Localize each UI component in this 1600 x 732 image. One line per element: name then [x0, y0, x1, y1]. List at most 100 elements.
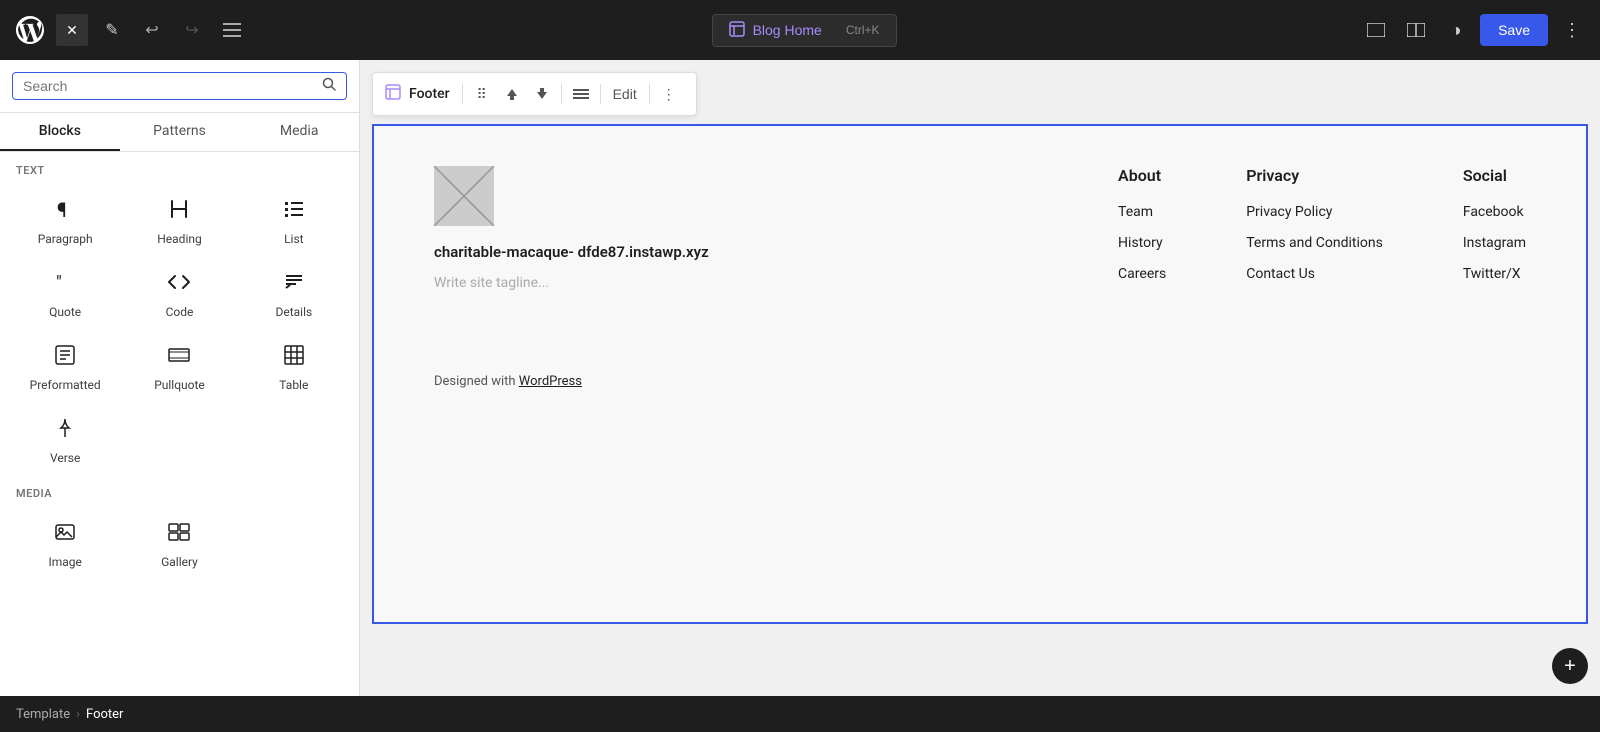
redo-button[interactable]: ↪ — [176, 14, 208, 46]
nav-link-facebook[interactable]: Facebook — [1463, 204, 1524, 220]
tab-blocks[interactable]: Blocks — [0, 113, 120, 151]
verse-icon — [53, 416, 77, 445]
tab-patterns[interactable]: Patterns — [120, 113, 240, 151]
footer-bottom-text: Designed with — [434, 374, 519, 389]
footer-brand: charitable-macaque- dfde87.instawp.xyz W… — [434, 166, 709, 291]
footer-col-heading-privacy: Privacy — [1246, 166, 1383, 185]
block-item-heading[interactable]: Heading — [122, 183, 236, 256]
block-item-image[interactable]: Image — [8, 506, 122, 579]
nav-link-careers[interactable]: Careers — [1118, 266, 1166, 282]
sidebar-tabs: Blocks Patterns Media — [0, 113, 359, 152]
pen-button[interactable]: ✎ — [96, 14, 128, 46]
site-tagline[interactable]: Write site tagline... — [434, 275, 709, 291]
nav-link-twitter[interactable]: Twitter/X — [1463, 266, 1521, 282]
list-icon — [282, 197, 306, 226]
blog-home-label: Blog Home — [753, 22, 822, 38]
nav-link-history[interactable]: History — [1118, 235, 1163, 251]
save-button[interactable]: Save — [1480, 14, 1548, 46]
list-item: Twitter/X — [1463, 263, 1526, 282]
nav-link-instagram[interactable]: Instagram — [1463, 235, 1526, 251]
block-item-details[interactable]: Details — [237, 256, 351, 329]
nav-link-terms[interactable]: Terms and Conditions — [1246, 235, 1383, 251]
close-button[interactable]: ✕ — [56, 14, 88, 46]
quote-icon: " — [53, 270, 77, 299]
block-item-pullquote[interactable]: Pullquote — [122, 329, 236, 402]
footer-col-links-social: Facebook Instagram Twitter/X — [1463, 201, 1526, 282]
paragraph-label: Paragraph — [38, 232, 93, 246]
nav-link-privacy-policy[interactable]: Privacy Policy — [1246, 204, 1332, 220]
search-input-wrapper — [12, 72, 347, 100]
footer-nav-columns: About Team History Careers Privacy Priva… — [1118, 166, 1526, 294]
footer-bottom: Designed with WordPress — [434, 374, 1526, 389]
undo-button[interactable]: ↩ — [136, 14, 168, 46]
toolbar-separator-1 — [462, 84, 463, 104]
svg-text:¶: ¶ — [57, 198, 67, 221]
wordpress-link[interactable]: WordPress — [519, 374, 582, 389]
section-label-media: MEDIA — [0, 475, 359, 506]
blocks-grid-media: Image Gallery — [0, 506, 359, 579]
footer-col-links-privacy: Privacy Policy Terms and Conditions Cont… — [1246, 201, 1383, 282]
edit-button[interactable]: Edit — [605, 79, 645, 109]
breadcrumb-template[interactable]: Template — [16, 707, 70, 722]
search-bar — [0, 60, 359, 113]
site-url: charitable-macaque- dfde87.instawp.xyz — [434, 242, 709, 263]
table-icon — [282, 343, 306, 372]
main-layout: Blocks Patterns Media TEXT ¶ Paragraph — [0, 60, 1600, 696]
quote-label: Quote — [49, 305, 81, 319]
verse-label: Verse — [50, 451, 80, 465]
pullquote-label: Pullquote — [154, 378, 205, 392]
code-icon — [167, 270, 191, 299]
gallery-label: Gallery — [161, 555, 198, 569]
paragraph-icon: ¶ — [53, 197, 77, 226]
image-label: Image — [48, 555, 81, 569]
canvas-area: Footer ⠿ Edit ⋮ — [360, 60, 1600, 696]
blog-home-icon — [729, 21, 745, 40]
block-item-table[interactable]: Table — [237, 329, 351, 402]
align-button[interactable] — [566, 79, 596, 109]
heading-label: Heading — [157, 232, 202, 246]
list-item: Instagram — [1463, 232, 1526, 251]
topbar-left: ✕ ✎ ↩ ↪ — [12, 12, 248, 48]
split-view-button[interactable] — [1400, 14, 1432, 46]
view-button[interactable] — [1360, 14, 1392, 46]
search-input[interactable] — [23, 78, 314, 94]
blog-home-shortcut: Ctrl+K — [846, 23, 880, 37]
list-item: Facebook — [1463, 201, 1526, 220]
blog-home-button[interactable]: Blog Home Ctrl+K — [712, 14, 897, 47]
block-item-quote[interactable]: " Quote — [8, 256, 122, 329]
contrast-button[interactable]: ◑ — [1440, 14, 1472, 46]
block-item-code[interactable]: Code — [122, 256, 236, 329]
add-block-button[interactable]: + — [1552, 648, 1588, 684]
toolbar-separator-4 — [649, 84, 650, 104]
list-view-button[interactable] — [216, 14, 248, 46]
move-down-button[interactable] — [527, 79, 557, 109]
block-item-paragraph[interactable]: ¶ Paragraph — [8, 183, 122, 256]
block-item-list[interactable]: List — [237, 183, 351, 256]
sidebar-scrollable: TEXT ¶ Paragraph Heading — [0, 152, 359, 696]
nav-link-team[interactable]: Team — [1118, 204, 1153, 220]
block-item-verse[interactable]: Verse — [8, 402, 122, 475]
topbar-right: ◑ Save ⋮ — [1360, 14, 1588, 46]
svg-text:": " — [56, 273, 62, 294]
block-toolbar: Footer ⠿ Edit ⋮ — [372, 72, 697, 116]
heading-icon — [167, 197, 191, 226]
search-icon — [322, 77, 336, 95]
sidebar: Blocks Patterns Media TEXT ¶ Paragraph — [0, 60, 360, 696]
move-up-button[interactable] — [497, 79, 527, 109]
wordpress-logo[interactable] — [12, 12, 48, 48]
block-item-preformatted[interactable]: Preformatted — [8, 329, 122, 402]
preformatted-icon — [53, 343, 77, 372]
list-item: History — [1118, 232, 1166, 251]
footer-col-links-about: Team History Careers — [1118, 201, 1166, 282]
footer-content: charitable-macaque- dfde87.instawp.xyz W… — [434, 166, 1526, 294]
block-item-gallery[interactable]: Gallery — [122, 506, 236, 579]
drag-handle[interactable]: ⠿ — [467, 79, 497, 109]
breadcrumb-footer[interactable]: Footer — [86, 707, 123, 722]
toolbar-separator-2 — [561, 84, 562, 104]
nav-link-contact[interactable]: Contact Us — [1246, 266, 1315, 282]
more-options-button[interactable]: ⋮ — [1556, 14, 1588, 46]
toolbar-more-button[interactable]: ⋮ — [654, 79, 684, 109]
topbar-center: Blog Home Ctrl+K — [712, 14, 897, 47]
list-item: Team — [1118, 201, 1166, 220]
tab-media[interactable]: Media — [239, 113, 359, 151]
